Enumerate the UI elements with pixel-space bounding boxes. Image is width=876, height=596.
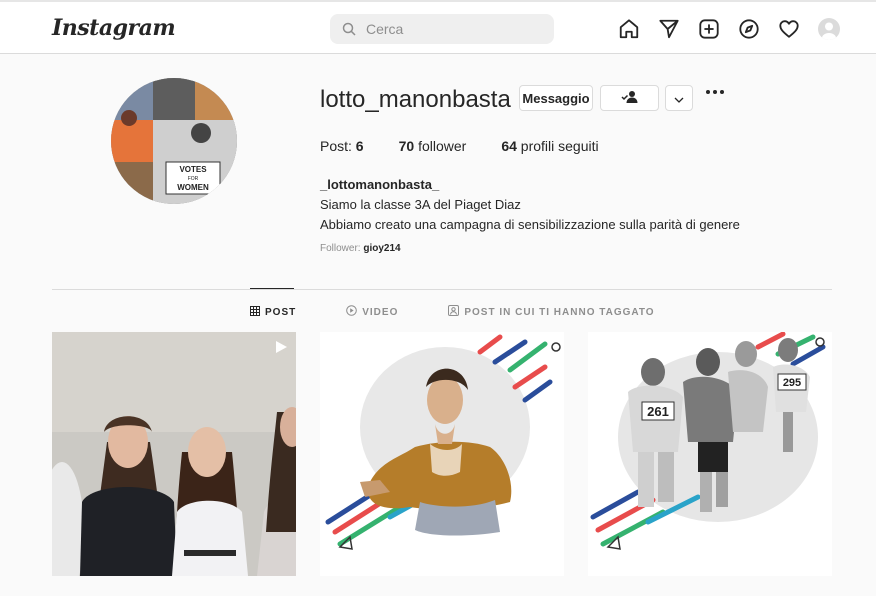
nav-icons: [617, 17, 841, 41]
bio-name: _lottomanonbasta_: [320, 177, 440, 192]
search-icon: [342, 22, 356, 36]
search-bar[interactable]: [330, 14, 554, 44]
profile-picture[interactable]: VOTES FOR WOMEN: [111, 78, 237, 204]
new-post-icon[interactable]: [697, 17, 721, 41]
grid-icon: [250, 305, 260, 319]
message-button[interactable]: Messaggio: [519, 85, 593, 111]
bio-line: Siamo la classe 3A del Piaget Diaz: [320, 197, 521, 212]
bio-line: Abbiamo creato una campagna di sensibili…: [320, 217, 740, 232]
post-thumbnail[interactable]: 261 295: [588, 332, 832, 576]
following-button[interactable]: [600, 85, 659, 111]
tab-video[interactable]: VIDEO: [346, 305, 398, 319]
followers-stat[interactable]: 70 follower: [399, 138, 467, 154]
profile-tabs: POST VIDEO POST IN CUI TI HANNO TAGGATO: [250, 305, 655, 319]
active-tab-indicator: [250, 288, 294, 289]
chevron-down-icon: [674, 91, 684, 106]
more-options-icon[interactable]: [706, 90, 724, 94]
race-bib-number: 261: [647, 404, 669, 419]
video-icon: [346, 305, 358, 319]
profile-avatar[interactable]: [817, 17, 841, 41]
video-play-icon: [274, 340, 288, 359]
profile-bio: _lottomanonbasta_ Siamo la classe 3A del…: [320, 175, 740, 235]
send-icon[interactable]: [657, 17, 681, 41]
user-check-icon: [620, 90, 639, 107]
instagram-logo[interactable]: Instagram: [52, 15, 176, 41]
tabs-divider: [52, 289, 832, 290]
tagged-icon: [448, 305, 460, 319]
following-stat[interactable]: 64 profili seguiti: [501, 138, 598, 154]
svg-text:FOR: FOR: [188, 176, 199, 182]
suggestions-dropdown-button[interactable]: [665, 85, 693, 111]
home-icon[interactable]: [617, 17, 641, 41]
search-input[interactable]: [366, 21, 536, 37]
tab-tagged[interactable]: POST IN CUI TI HANNO TAGGATO: [448, 305, 654, 319]
posts-stat: Post: 6: [320, 138, 364, 154]
profile-username: lotto_manonbasta: [320, 86, 511, 113]
race-bib-number: 295: [783, 377, 801, 389]
svg-text:WOMEN: WOMEN: [177, 183, 209, 192]
heart-icon[interactable]: [777, 17, 801, 41]
followed-by[interactable]: Follower: gioy214: [320, 243, 401, 254]
profile-stats: Post: 6 70 follower 64 profili seguiti: [320, 138, 634, 154]
tab-posts[interactable]: POST: [250, 305, 296, 319]
post-thumbnail[interactable]: [52, 332, 296, 576]
svg-text:VOTES: VOTES: [179, 165, 207, 174]
top-navigation-bar: Instagram: [0, 0, 876, 54]
post-thumbnail[interactable]: [320, 332, 564, 576]
explore-icon[interactable]: [737, 17, 761, 41]
